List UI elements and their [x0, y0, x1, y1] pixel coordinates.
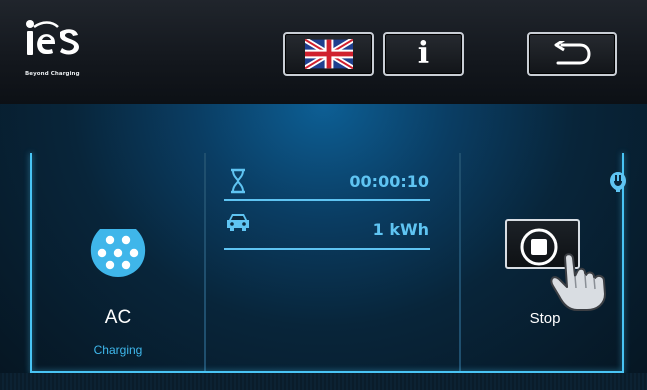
- info-icon: i: [417, 36, 430, 71]
- charging-screen: Beyond Charging i AC Charging 00:00:10 1…: [0, 0, 647, 390]
- column-divider: [459, 153, 461, 373]
- language-button[interactable]: [283, 32, 374, 76]
- car-icon: [227, 214, 249, 231]
- frame-edge: [30, 153, 32, 371]
- back-button[interactable]: [527, 32, 617, 76]
- info-button[interactable]: i: [383, 32, 464, 76]
- return-arrow-icon: [554, 41, 591, 65]
- energy-value: 1 kWh: [372, 220, 429, 239]
- type2-connector-icon: [90, 229, 146, 277]
- connector-type: AC: [104, 307, 132, 328]
- hand-pointer-icon: [550, 253, 606, 311]
- bottom-strip: [0, 373, 647, 390]
- duration-value: 00:00:10: [349, 172, 429, 191]
- row-separator: [224, 248, 430, 250]
- hourglass-icon: [231, 168, 245, 194]
- ies-logo: Beyond Charging: [24, 18, 94, 82]
- logo-tagline: Beyond Charging: [25, 71, 80, 77]
- column-divider: [204, 153, 206, 373]
- uk-flag-icon: [304, 39, 353, 69]
- charging-status: Charging: [93, 343, 143, 357]
- plug-icon: [610, 172, 626, 192]
- row-separator: [224, 199, 430, 201]
- top-bar: Beyond Charging i: [0, 0, 647, 104]
- stop-label: Stop: [529, 310, 561, 327]
